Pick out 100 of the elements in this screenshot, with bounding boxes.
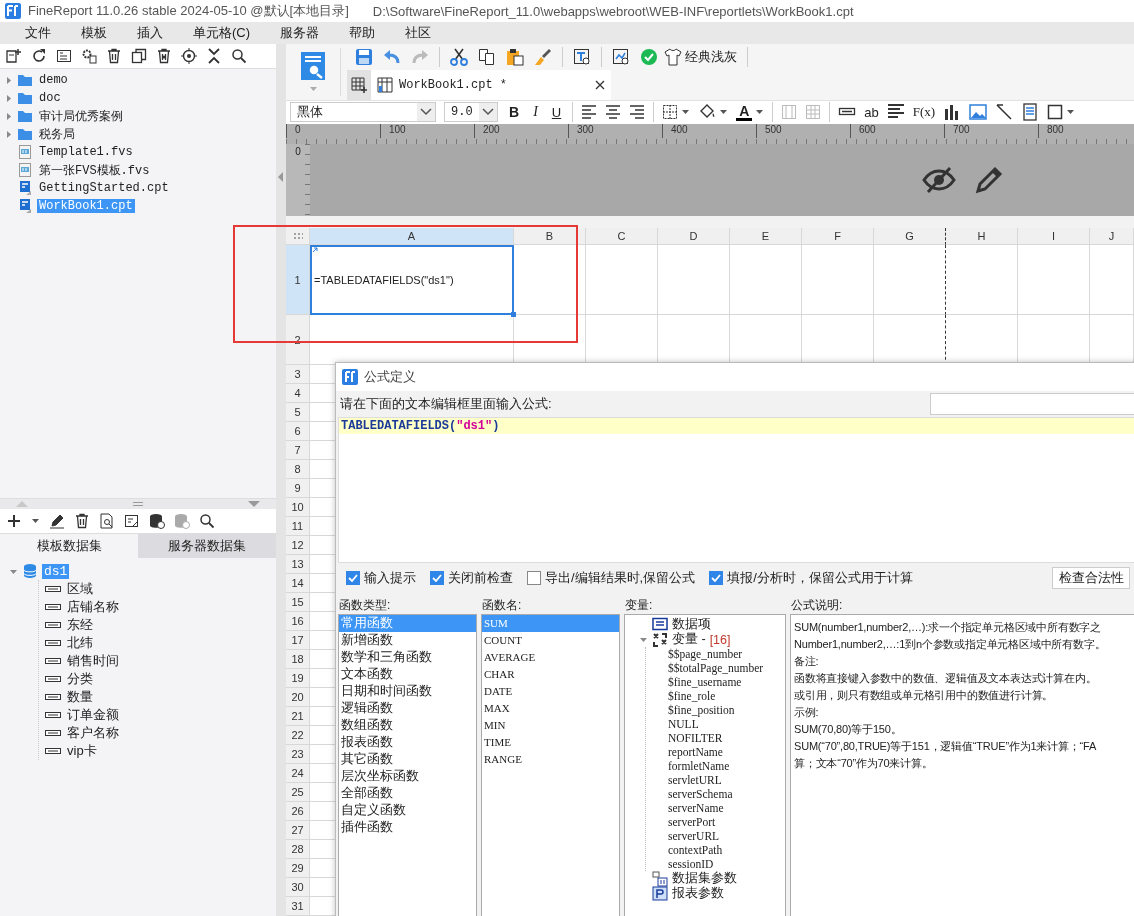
row-header[interactable]: 1 [286, 245, 310, 315]
field-item[interactable]: 数量 [67, 688, 93, 706]
tree-item[interactable]: $fine_role [668, 690, 716, 702]
tree-item[interactable]: serverName [668, 802, 724, 814]
row-header[interactable]: 21 [286, 707, 310, 726]
file-tree-item[interactable]: Template1.fvs [37, 145, 135, 159]
field-item[interactable]: vip卡 [67, 742, 97, 760]
row-header[interactable]: 30 [286, 878, 310, 897]
theme-button[interactable]: 经典浅灰 [664, 48, 737, 66]
row-header[interactable]: 9 [286, 479, 310, 498]
file-tree-item[interactable]: 税务局 [37, 125, 77, 143]
tree-item[interactable]: serverPort [668, 816, 716, 828]
tree-item[interactable]: $fine_position [668, 704, 735, 716]
italic-button[interactable]: I [530, 104, 541, 121]
row-header[interactable]: 27 [286, 821, 310, 840]
field-item[interactable]: 销售时间 [67, 652, 119, 670]
field-item[interactable]: 区域 [67, 580, 93, 598]
list-item[interactable]: MAX [482, 700, 619, 717]
list-item[interactable]: 文本函数 [339, 666, 476, 683]
list-item[interactable]: 数组函数 [339, 717, 476, 734]
list-item[interactable]: AVERAGE [482, 649, 619, 666]
text-button[interactable]: ab [864, 104, 879, 120]
row-header[interactable]: 16 [286, 612, 310, 631]
file-tree-item[interactable]: 审计局优秀案例 [37, 107, 125, 125]
row-header[interactable]: 12 [286, 536, 310, 555]
tree-item[interactable]: $$totalPage_number [668, 662, 764, 674]
field-item[interactable]: 订单金额 [67, 706, 119, 724]
column-header[interactable]: I [1018, 228, 1090, 245]
row-header[interactable]: 11 [286, 517, 310, 536]
underline-button[interactable]: U [548, 104, 565, 120]
file-tree-item[interactable]: demo [37, 73, 70, 87]
tree-item[interactable]: serverSchema [668, 788, 733, 800]
row-header[interactable]: 8 [286, 460, 310, 479]
column-header[interactable]: E [730, 228, 802, 245]
row-header[interactable]: 17 [286, 631, 310, 650]
menu-item[interactable]: 服务器 [275, 22, 325, 44]
tree-item[interactable]: NULL [668, 718, 699, 730]
list-item[interactable]: DATE [482, 683, 619, 700]
tree-item[interactable]: 数据项 [672, 616, 711, 633]
formula-editor[interactable]: TABLEDATAFIELDS("ds1") [338, 417, 1134, 563]
field-item[interactable]: 分类 [67, 670, 93, 688]
document-tab[interactable]: WorkBook1.cpt * [371, 70, 611, 100]
row-header[interactable]: 18 [286, 650, 310, 669]
column-header[interactable]: H [946, 228, 1018, 245]
table-cell[interactable]: =TABLEDATAFIELDS("ds1") [310, 245, 514, 315]
tree-item[interactable]: formletName [668, 760, 730, 772]
validate-button[interactable]: 检查合法性 [1052, 567, 1130, 589]
file-tree-item[interactable]: GettingStarted.cpt [37, 181, 171, 195]
row-header[interactable]: 4 [286, 384, 310, 403]
row-header[interactable]: 3 [286, 365, 310, 384]
list-item[interactable]: 插件函数 [339, 819, 476, 836]
field-item[interactable]: 东经 [67, 616, 93, 634]
row-header[interactable]: 28 [286, 840, 310, 859]
list-item[interactable]: 自定义函数 [339, 802, 476, 819]
list-item[interactable]: 全部函数 [339, 785, 476, 802]
tree-item[interactable]: contextPath [668, 844, 723, 856]
menu-item[interactable]: 单元格(C) [188, 22, 256, 44]
row-header[interactable]: 19 [286, 669, 310, 688]
menu-item[interactable]: 帮助 [344, 22, 381, 44]
column-header[interactable]: J [1090, 228, 1134, 245]
row-header[interactable]: 14 [286, 574, 310, 593]
tree-item[interactable]: $$page_number [668, 648, 743, 660]
column-header[interactable]: F [802, 228, 874, 245]
column-header[interactable]: B [514, 228, 586, 245]
font-size-select[interactable]: 9.0 [444, 102, 498, 123]
file-tree-item[interactable]: 第一张FVS模板.fvs [37, 161, 152, 179]
list-item[interactable]: 新增函数 [339, 632, 476, 649]
field-item[interactable]: 客户名称 [67, 724, 119, 742]
font-select[interactable]: 黑体 [290, 102, 436, 123]
column-header[interactable]: G [874, 228, 946, 245]
list-item[interactable]: TIME [482, 734, 619, 751]
tree-item[interactable]: NOFILTER [668, 732, 723, 744]
list-item[interactable]: 其它函数 [339, 751, 476, 768]
row-header[interactable]: 22 [286, 726, 310, 745]
row-header[interactable]: 15 [286, 593, 310, 612]
list-item[interactable]: COUNT [482, 632, 619, 649]
row-header[interactable]: 24 [286, 764, 310, 783]
list-item[interactable]: 逻辑函数 [339, 700, 476, 717]
column-header[interactable]: D [658, 228, 730, 245]
tree-item[interactable]: sessionID [668, 858, 714, 870]
field-item[interactable]: 北纬 [67, 634, 93, 652]
list-item[interactable]: 层次坐标函数 [339, 768, 476, 785]
column-header[interactable]: A [310, 228, 514, 245]
tree-item[interactable]: 报表参数 [672, 885, 724, 902]
row-header[interactable]: 13 [286, 555, 310, 574]
menu-item[interactable]: 插入 [132, 22, 168, 44]
list-item[interactable]: MIN [482, 717, 619, 734]
formula-button[interactable]: F(x) [912, 104, 936, 121]
dataset-tab[interactable]: 服务器数据集 [138, 534, 276, 558]
tree-item[interactable]: 数据集参数 [672, 870, 737, 887]
field-item[interactable]: 店铺名称 [67, 598, 119, 616]
list-item[interactable]: 报表函数 [339, 734, 476, 751]
file-tree-item[interactable]: doc [37, 91, 63, 105]
row-header[interactable]: 7 [286, 441, 310, 460]
menu-item[interactable]: 模板 [76, 22, 112, 44]
list-item[interactable]: 数学和三角函数 [339, 649, 476, 666]
menu-item[interactable]: 文件 [20, 22, 56, 44]
row-header[interactable]: 23 [286, 745, 310, 764]
list-item[interactable]: RANGE [482, 751, 619, 768]
row-header[interactable]: 31 [286, 897, 310, 916]
